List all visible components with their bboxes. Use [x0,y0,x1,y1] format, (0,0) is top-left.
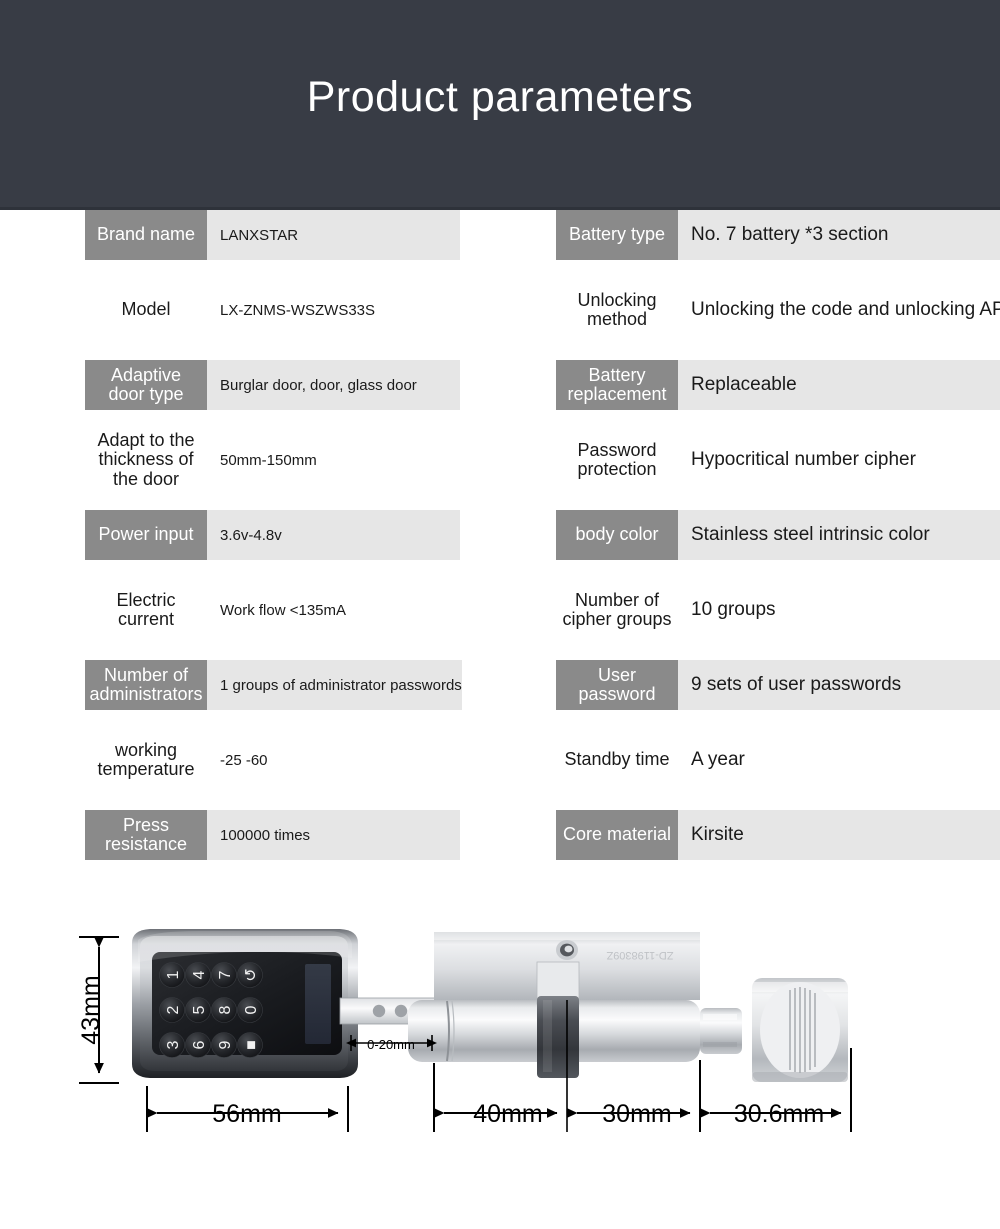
keypad-key-label: 6 [191,1040,208,1049]
dimension-label-gap: 0-20mm [367,1037,415,1052]
page-title: Product parameters [306,73,694,121]
keypad-key-label: 8 [217,1005,234,1014]
spec-label: User password [556,660,678,710]
spec-row: Press resistance 100000 times [85,810,460,860]
spec-row: Electric current Work flow <135mA [85,585,460,635]
keypad-housing-graphic: ↺ 741 0852 ■ 963 [132,929,358,1078]
spec-row: User password 9 sets of user passwords [556,660,1000,710]
spec-label: Electric current [116,589,176,629]
spec-value: Hypocritical number cipher [691,449,916,470]
spec-value: 1 groups of administrator passwords [207,660,462,710]
keypad-key-label: 3 [165,1040,182,1049]
spec-value: 50mm-150mm [220,451,317,469]
spec-table-left: Brand name LANXSTAR Model LX-ZNMS-WSZWS33S A… [85,210,462,885]
spec-value: Burglar door, door, glass door [207,360,460,410]
spec-row: Adaptive door type Burglar door, door, gl… [85,360,460,410]
spec-value: -25 -60 [220,751,268,769]
spec-row: working temperature -25 -60 [85,735,460,785]
spec-value: 3.6v-4.8v [207,510,460,560]
keypad-key-label: 9 [217,1040,234,1049]
spec-row: Number of administrators 1 groups of admi… [85,660,462,710]
dimension-label-knob: 30.6mm [734,1100,824,1128]
spec-label: body color [556,510,678,560]
spec-value: LANXSTAR [207,210,460,260]
spec-row: Battery type No. 7 battery *3 section [556,210,1000,260]
spec-row: Adapt to the thickness of the door 50mm-1… [85,429,460,489]
spec-table-right: Battery type No. 7 battery *3 section Unlo… [556,210,1000,885]
spec-value: Kirsite [678,810,1000,860]
keypad-key-label: 4 [191,970,208,979]
dimension-label-height: 43mm [77,975,105,1044]
spec-label: Password protection [577,439,657,479]
spec-value: 100000 times [207,810,460,860]
spec-label: Power input [85,510,207,560]
spec-label: Battery replacement [556,360,678,410]
spec-value: LX-ZNMS-WSZWS33S [220,301,376,319]
specifications-section: Brand name LANXSTAR Model LX-ZNMS-WSZWS33S A… [0,210,1000,900]
lock-cylinder-graphic: ZD-1198309Z [408,932,742,1078]
spec-label: Brand name [85,210,207,260]
page-header-banner: Product parameters [0,0,1000,210]
spec-row: Power input 3.6v-4.8v [85,510,460,560]
product-dimension-diagram: ↺ 7 4 1 0 8 5 2 ■ 9 6 3 ZD-1198309Z 43mm… [0,900,1000,1229]
spec-value: 10 groups [691,599,776,620]
product-parameters-page: Product parameters Brand name LANXSTAR Mod… [0,0,1000,1229]
spec-value: A year [691,749,745,770]
spec-value: Work flow <135mA [220,601,347,619]
dimension-label-cylinder-front: 40mm [473,1100,542,1128]
spec-row: Number of cipher groups 10 groups [556,585,1000,635]
spec-value: No. 7 battery *3 section [678,210,1000,260]
spec-value: Unlocking the code and unlocking APP [691,299,1000,320]
spec-label: Model [121,299,171,320]
spec-label: Number of administrators [85,660,207,710]
spec-value: Stainless steel intrinsic color [678,510,1000,560]
spec-row: Brand name LANXSTAR [85,210,460,260]
spec-row: Password protection Hypocritical number c… [556,435,1000,485]
dimension-label-keypad-width: 56mm [212,1100,281,1128]
spec-label: Adapt to the thickness of the door [97,429,195,489]
keypad-key-label: ■ [243,1040,260,1050]
spec-label: Adaptive door type [85,360,207,410]
svg-text:ZD-1198309Z: ZD-1198309Z [606,949,673,961]
spec-row: body color Stainless steel intrinsic colo… [556,510,1000,560]
spec-label: Standby time [564,749,670,770]
spec-label: Battery type [556,210,678,260]
keypad-key-label: 7 [217,970,234,979]
spec-label: Press resistance [85,810,207,860]
spec-row: Unlocking method Unlocking the code and u… [556,285,1000,335]
keypad-key-label: 2 [165,1005,182,1014]
spec-label: Number of cipher groups [562,589,672,629]
spec-row: Core material Kirsite [556,810,1000,860]
spec-label: working temperature [97,739,195,779]
keypad-key-label: 5 [191,1005,208,1014]
spec-label: Core material [556,810,678,860]
spec-row: Model LX-ZNMS-WSZWS33S [85,285,460,335]
spec-value: Replaceable [678,360,1000,410]
keypad-key-label: 0 [243,1005,260,1014]
keypad-key-label: ↺ [243,968,260,981]
spec-row: Battery replacement Replaceable [556,360,1000,410]
spec-row: Standby time A year [556,735,1000,785]
spec-value: 9 sets of user passwords [678,660,1000,710]
dimension-label-cylinder-mid: 30mm [602,1100,671,1128]
thumb-turn-knob-graphic [752,978,848,1082]
spec-label: Unlocking method [577,289,657,329]
keypad-key-label: 1 [165,970,182,979]
